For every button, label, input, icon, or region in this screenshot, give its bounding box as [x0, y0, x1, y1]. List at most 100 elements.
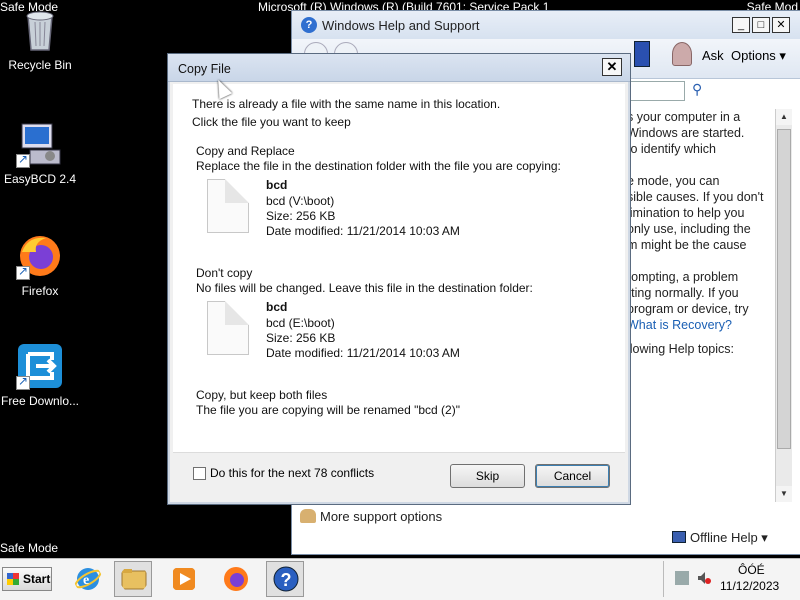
desktop-icon-firefox[interactable]: Firefox	[0, 232, 80, 298]
option-description: No files will be changed. Leave this fil…	[196, 281, 533, 295]
file-path: bcd (V:\boot)	[266, 194, 335, 208]
intro-text: There is already a file with the same na…	[192, 97, 501, 111]
copy-dialog-title: Copy File	[178, 62, 231, 76]
shortcut-arrow-icon	[16, 152, 30, 168]
windows-explorer-icon	[121, 569, 147, 590]
options-button[interactable]: Options ▾	[731, 48, 786, 64]
help-window-titlebar[interactable]: ? Windows Help and Support _ □ ✕	[292, 11, 800, 39]
file-name: bcd	[266, 178, 288, 192]
taskbar-windows-explorer[interactable]	[114, 561, 152, 597]
help-text-line: only use, including the	[627, 222, 751, 236]
file-name: bcd	[266, 300, 288, 314]
help-text-line: llowing Help topics:	[627, 342, 734, 356]
desktop-icon-label: Recycle Bin	[8, 58, 72, 72]
options-label: Options	[731, 48, 776, 63]
option-heading: Don't copy	[196, 266, 253, 280]
shortcut-arrow-icon	[16, 374, 30, 390]
tray-separator	[663, 561, 664, 597]
what-is-recovery-link[interactable]: What is Recovery?	[627, 317, 775, 333]
scroll-down-arrow-icon[interactable]: ▼	[776, 486, 792, 502]
help-icon: ?	[273, 566, 299, 592]
maximize-button[interactable]: □	[752, 17, 770, 33]
ask-button[interactable]: Ask	[702, 48, 724, 63]
help-text-line: e mode, you can	[627, 174, 720, 188]
option-description: Replace the file in the destination fold…	[196, 159, 561, 173]
copy-dialog-titlebar[interactable]: Copy File ✕	[168, 54, 630, 82]
instruction-text: Click the file you want to keep	[192, 115, 351, 129]
desktop-icon-label: Free Downlo...	[0, 394, 80, 408]
taskbar: Start e ? ÔÓÉ 11/12/2023	[0, 558, 800, 600]
file-modified: Date modified: 11/21/2014 10:03 AM	[266, 346, 460, 360]
help-text-line: to identify which	[627, 142, 716, 156]
help-content: s your computer in a Windows are started…	[627, 109, 775, 507]
help-text-line: m might be the cause	[627, 238, 747, 252]
taskbar-media-player[interactable]	[164, 561, 202, 597]
help-window-title: Windows Help and Support	[322, 18, 480, 33]
firefox-icon	[16, 232, 64, 280]
option-heading: Copy, but keep both files	[196, 388, 328, 402]
option-description: The file you are copying will be renamed…	[196, 403, 460, 417]
file-size: Size: 256 KB	[266, 331, 336, 345]
copy-file-dialog: Copy File ✕ There is already a file with…	[167, 53, 631, 505]
offline-help-dropdown[interactable]: Offline Help ▾	[672, 530, 768, 546]
free-download-manager-icon	[16, 342, 64, 390]
safe-mode-label-bottom-left: Safe Mode	[0, 541, 59, 555]
skip-button[interactable]: Skip	[450, 464, 525, 488]
desktop-icon-free-download-manager[interactable]: Free Downlo...	[0, 342, 80, 408]
desktop-icon-label: Firefox	[21, 284, 59, 298]
desktop-icon-recycle-bin[interactable]: Recycle Bin	[0, 6, 80, 72]
copy-dialog-footer: Do this for the next 78 conflicts Skip C…	[173, 452, 625, 498]
scrollbar-thumb[interactable]	[777, 129, 791, 449]
option-heading: Copy and Replace	[196, 144, 295, 158]
more-support-label: More support options	[320, 509, 443, 524]
network-icon[interactable]	[675, 571, 689, 585]
help-text-line: sible causes. If you don't	[627, 190, 764, 204]
do-this-for-all-checkbox[interactable]	[193, 467, 206, 480]
help-text-line: program or device, try	[627, 302, 749, 316]
search-input[interactable]	[627, 81, 685, 101]
browse-help-icon[interactable]	[634, 41, 650, 67]
copy-dialog-content: There is already a file with the same na…	[173, 84, 625, 496]
cancel-button[interactable]: Cancel	[535, 464, 610, 488]
offline-help-label: Offline Help	[690, 530, 758, 545]
start-button[interactable]: Start	[2, 567, 52, 591]
shortcut-arrow-icon	[16, 264, 30, 280]
taskbar-firefox[interactable]	[216, 561, 254, 597]
search-icon[interactable]: ⚲	[692, 81, 702, 98]
help-text-line: s your computer in a	[627, 110, 741, 124]
support-people-icon	[300, 509, 316, 523]
desktop-icon-easybcd[interactable]: EasyBCD 2.4	[0, 120, 80, 186]
volume-muted-icon[interactable]	[697, 571, 711, 585]
more-support-options-link[interactable]: More support options	[300, 509, 442, 524]
help-scrollbar[interactable]: ▲ ▼	[775, 109, 792, 502]
media-player-icon	[173, 568, 195, 590]
help-question-icon: ?	[301, 17, 317, 33]
scroll-up-arrow-icon[interactable]: ▲	[776, 109, 792, 125]
file-icon	[207, 301, 249, 355]
help-text-line: rting normally. If you	[627, 286, 739, 300]
close-icon[interactable]: ✕	[602, 58, 622, 76]
internet-explorer-icon: e	[74, 568, 102, 590]
minimize-button[interactable]: _	[732, 17, 750, 33]
file-modified: Date modified: 11/21/2014 10:03 AM	[266, 224, 460, 238]
help-text-line: limination to help you	[627, 206, 745, 220]
taskbar-internet-explorer[interactable]: e	[68, 561, 106, 597]
desktop-icon-label: EasyBCD 2.4	[3, 172, 77, 186]
help-text-line: rompting, a problem	[627, 270, 739, 284]
taskbar-help[interactable]: ?	[266, 561, 304, 597]
svg-text:?: ?	[281, 570, 292, 590]
ask-icon[interactable]	[672, 42, 692, 66]
easybcd-icon	[16, 120, 64, 168]
file-icon	[207, 179, 249, 233]
recycle-bin-icon	[16, 6, 64, 54]
start-label: Start	[23, 572, 51, 586]
checkbox-label[interactable]: Do this for the next 78 conflicts	[210, 466, 374, 480]
file-size: Size: 256 KB	[266, 209, 336, 223]
close-button[interactable]: ✕	[772, 17, 790, 33]
help-text-line: Windows are started.	[627, 126, 745, 140]
tray-time: ÔÓÉ	[738, 563, 765, 577]
offline-help-icon	[672, 531, 686, 543]
firefox-icon	[224, 567, 248, 591]
svg-text:e: e	[83, 573, 89, 588]
tray-date[interactable]: 11/12/2023	[720, 579, 779, 593]
